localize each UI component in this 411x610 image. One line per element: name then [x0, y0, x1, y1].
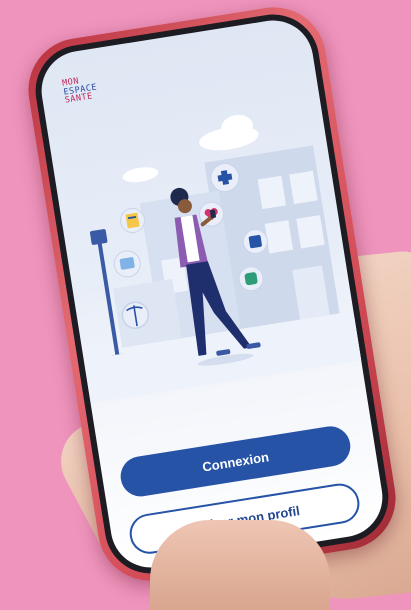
phone-scene: MON ESPACE SANTE Connexion Activer mon p…	[0, 0, 411, 589]
id-card-icon	[113, 250, 141, 278]
phone-case: MON ESPACE SANTE Connexion Activer mon p…	[20, 0, 404, 589]
onboarding-illustration	[83, 114, 364, 404]
hand-fingers	[150, 520, 330, 610]
app-screen: MON ESPACE SANTE Connexion Activer mon p…	[35, 14, 389, 574]
app-logo: MON ESPACE SANTE	[61, 72, 117, 105]
phone-bezel: MON ESPACE SANTE Connexion Activer mon p…	[28, 7, 396, 581]
